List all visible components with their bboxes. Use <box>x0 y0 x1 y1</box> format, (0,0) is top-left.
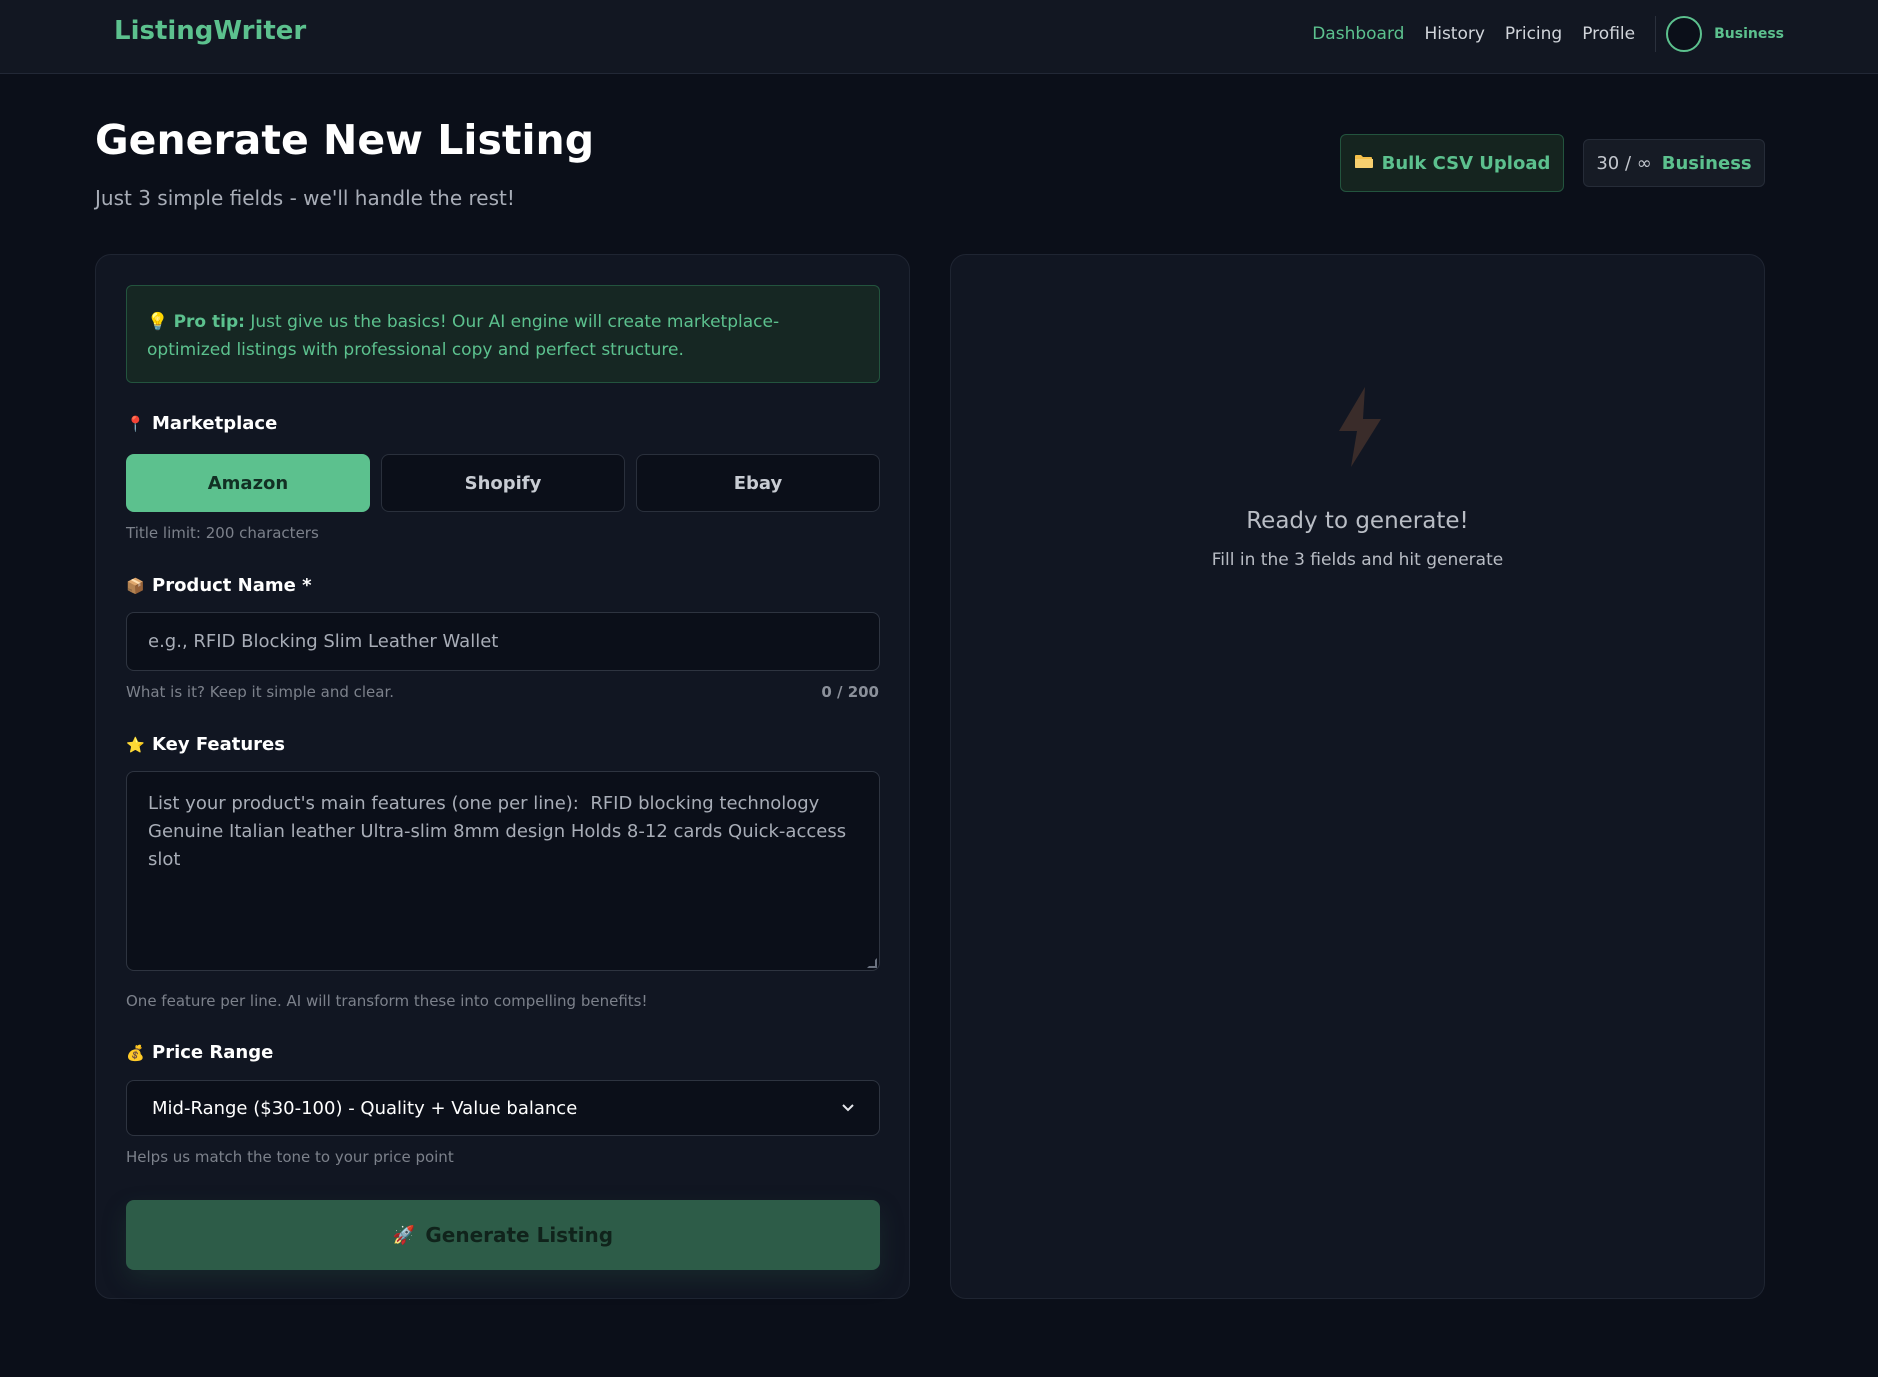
product-name-input[interactable] <box>126 612 880 671</box>
ready-subtitle: Fill in the 3 fields and hit generate <box>1211 550 1504 570</box>
page-title: Generate New Listing <box>95 116 595 164</box>
pro-tip-label: Pro tip: <box>173 312 245 332</box>
nav-link-history[interactable]: History <box>1424 24 1484 44</box>
usage-count: 30 / ∞ <box>1596 152 1652 174</box>
brand-logo[interactable]: ListingWriter <box>114 16 306 46</box>
usage-badge: 30 / ∞ Business <box>1583 139 1765 187</box>
nav-divider <box>1655 16 1657 52</box>
price-range-label: 💰 Price Range <box>126 1042 273 1063</box>
package-icon: 📦 <box>126 576 145 595</box>
generate-listing-label: Generate Listing <box>425 1223 614 1247</box>
marketplace-option-ebay[interactable]: Ebay <box>636 454 880 512</box>
plan-label[interactable]: Business <box>1714 26 1784 42</box>
bulk-csv-upload-label: Bulk CSV Upload <box>1381 152 1551 174</box>
result-card: Ready to generate! Fill in the 3 fields … <box>950 254 1765 1299</box>
product-name-counter: 0 / 200 <box>821 683 879 701</box>
bulk-csv-upload-button[interactable]: Bulk CSV Upload <box>1340 134 1564 192</box>
usage-plan: Business <box>1661 152 1752 174</box>
generate-listing-button[interactable]: 🚀 Generate Listing <box>126 1200 880 1270</box>
nav-link-profile[interactable]: Profile <box>1582 24 1635 44</box>
key-features-label: ⭐ Key Features <box>126 734 285 755</box>
product-name-label-text: Product Name * <box>152 575 312 596</box>
marketplace-option-amazon[interactable]: Amazon <box>126 454 370 512</box>
marketplace-hint: Title limit: 200 characters <box>126 524 319 542</box>
nav-links: Dashboard History Pricing Profile Busine… <box>1292 16 1784 52</box>
marketplace-label-text: Marketplace <box>152 413 278 434</box>
page-subtitle: Just 3 simple fields - we'll handle the … <box>95 186 515 210</box>
price-range-select[interactable]: Mid-Range ($30-100) - Quality + Value ba… <box>126 1080 880 1136</box>
pin-icon: 📍 <box>126 414 145 433</box>
user-avatar[interactable] <box>1666 16 1703 52</box>
lightning-bolt-icon <box>1339 387 1381 467</box>
marketplace-option-shopify[interactable]: Shopify <box>381 454 625 512</box>
pro-tip-banner: 💡 Pro tip: Just give us the basics! Our … <box>126 285 880 383</box>
key-features-textarea[interactable] <box>126 771 880 971</box>
price-range-value: Mid-Range ($30-100) - Quality + Value ba… <box>152 1097 578 1119</box>
key-features-hint: One feature per line. AI will transform … <box>126 992 648 1010</box>
product-name-hint: What is it? Keep it simple and clear. <box>126 683 395 701</box>
product-name-label: 📦 Product Name * <box>126 575 312 596</box>
nav-link-dashboard[interactable]: Dashboard <box>1312 24 1404 44</box>
price-range-hint: Helps us match the tone to your price po… <box>126 1148 454 1166</box>
key-features-label-text: Key Features <box>152 734 285 755</box>
top-navbar: ListingWriter Dashboard History Pricing … <box>0 0 1878 74</box>
rocket-icon: 🚀 <box>392 1224 416 1246</box>
ready-title: Ready to generate! <box>1246 508 1469 534</box>
price-range-label-text: Price Range <box>152 1042 274 1063</box>
lightbulb-icon: 💡 <box>147 312 169 332</box>
money-bag-icon: 💰 <box>126 1043 145 1062</box>
folder-icon <box>1354 153 1374 174</box>
marketplace-selector: Amazon Shopify Ebay <box>126 454 880 512</box>
listing-form-card: 💡 Pro tip: Just give us the basics! Our … <box>95 254 910 1299</box>
chevron-down-icon <box>842 1100 854 1116</box>
star-icon: ⭐ <box>126 735 145 754</box>
nav-link-pricing[interactable]: Pricing <box>1505 24 1562 44</box>
marketplace-label: 📍 Marketplace <box>126 413 277 434</box>
